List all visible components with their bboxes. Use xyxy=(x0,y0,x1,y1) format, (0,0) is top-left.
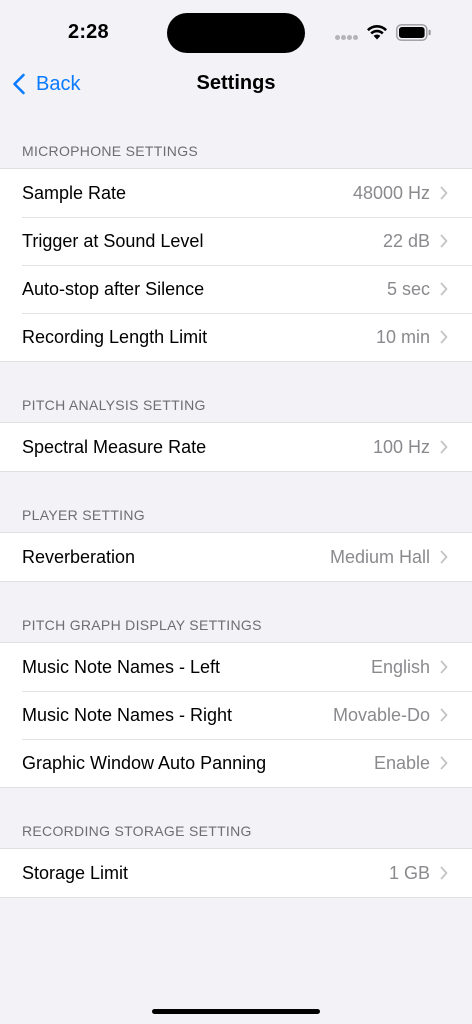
chevron-right-icon xyxy=(440,866,448,880)
row-value: Medium Hall xyxy=(329,546,430,567)
section-group-pitch-analysis: Spectral Measure Rate 100 Hz xyxy=(0,422,472,472)
chevron-right-icon xyxy=(440,660,448,674)
section-group-microphone: Sample Rate 48000 Hz Trigger at Sound Le… xyxy=(0,168,472,362)
section-group-recording-storage: Storage Limit 1 GB xyxy=(0,848,472,898)
page-title: Settings xyxy=(196,72,276,94)
row-reverberation[interactable]: Reverberation Medium Hall xyxy=(0,533,472,581)
home-indicator[interactable] xyxy=(152,1009,320,1014)
row-value: 10 min xyxy=(375,326,430,347)
section-header-pitch-analysis: PITCH ANALYSIS SETTING xyxy=(22,397,206,413)
section-header-player: PLAYER SETTING xyxy=(22,507,145,523)
row-value: Movable-Do xyxy=(332,704,430,725)
chevron-right-icon xyxy=(440,234,448,248)
row-value: 22 dB xyxy=(382,230,430,251)
battery-icon xyxy=(396,24,431,41)
row-storage-limit[interactable]: Storage Limit 1 GB xyxy=(0,849,472,897)
signal-dots-icon xyxy=(335,35,359,41)
row-sample-rate[interactable]: Sample Rate 48000 Hz xyxy=(0,169,472,217)
row-trigger-sound-level[interactable]: Trigger at Sound Level 22 dB xyxy=(0,217,472,265)
settings-list: MICROPHONE SETTINGS Sample Rate 48000 Hz… xyxy=(0,108,472,898)
row-label: Spectral Measure Rate xyxy=(22,436,207,457)
row-label: Music Note Names - Left xyxy=(22,656,221,677)
chevron-right-icon xyxy=(440,708,448,722)
chevron-right-icon xyxy=(440,550,448,564)
row-label: Storage Limit xyxy=(22,862,129,883)
row-label: Auto-stop after Silence xyxy=(22,278,205,299)
row-spectral-measure-rate[interactable]: Spectral Measure Rate 100 Hz xyxy=(0,423,472,471)
row-label: Sample Rate xyxy=(22,182,127,203)
row-note-names-right[interactable]: Music Note Names - Right Movable-Do xyxy=(0,691,472,739)
row-value: 5 sec xyxy=(386,278,430,299)
row-label: Recording Length Limit xyxy=(22,326,208,347)
row-value: 48000 Hz xyxy=(352,182,430,203)
row-label: Graphic Window Auto Panning xyxy=(22,752,267,773)
row-auto-panning[interactable]: Graphic Window Auto Panning Enable xyxy=(0,739,472,787)
row-value: 1 GB xyxy=(388,862,430,883)
wifi-icon xyxy=(367,24,387,40)
chevron-right-icon xyxy=(440,186,448,200)
settings-screen: 2:28 Back Settings MICROPHONE SETTINGS S… xyxy=(0,0,472,1024)
status-bar: 2:28 xyxy=(0,0,472,60)
dynamic-island xyxy=(167,13,305,53)
section-group-player: Reverberation Medium Hall xyxy=(0,532,472,582)
navigation-bar: Back Settings xyxy=(0,60,472,108)
row-value: 100 Hz xyxy=(372,436,430,457)
chevron-right-icon xyxy=(440,440,448,454)
row-auto-stop-silence[interactable]: Auto-stop after Silence 5 sec xyxy=(0,265,472,313)
chevron-right-icon xyxy=(440,330,448,344)
row-value: Enable xyxy=(373,752,430,773)
row-label: Music Note Names - Right xyxy=(22,704,233,725)
row-recording-length-limit[interactable]: Recording Length Limit 10 min xyxy=(0,313,472,361)
row-label: Trigger at Sound Level xyxy=(22,230,204,251)
section-header-pitch-graph-display: PITCH GRAPH DISPLAY SETTINGS xyxy=(22,617,262,633)
chevron-right-icon xyxy=(440,756,448,770)
row-value: English xyxy=(370,656,430,677)
section-header-recording-storage: RECORDING STORAGE SETTING xyxy=(22,823,252,839)
status-time: 2:28 xyxy=(68,21,109,43)
row-label: Reverberation xyxy=(22,546,136,567)
section-header-microphone: MICROPHONE SETTINGS xyxy=(22,143,199,159)
section-group-pitch-graph-display: Music Note Names - Left English Music No… xyxy=(0,642,472,788)
row-note-names-left[interactable]: Music Note Names - Left English xyxy=(0,643,472,691)
chevron-right-icon xyxy=(440,282,448,296)
